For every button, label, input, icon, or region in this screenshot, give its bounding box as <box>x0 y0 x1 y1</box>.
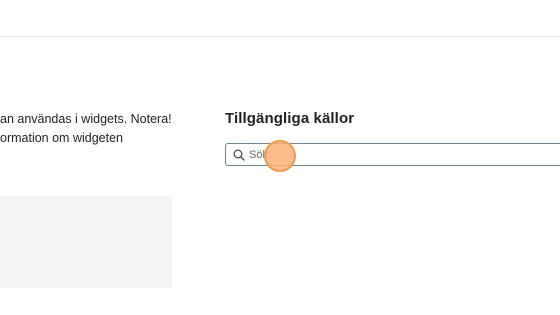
click-indicator <box>264 140 296 172</box>
top-bar <box>0 0 560 37</box>
widget-preview-panel <box>0 196 172 288</box>
available-sources-title: Tillgängliga källor <box>225 110 355 127</box>
description-line-2: ormation om widgeten <box>0 131 123 145</box>
description-line-1: an användas i widgets. Notera! <box>0 112 172 126</box>
search-icon <box>233 149 245 161</box>
widget-description: an användas i widgets. Notera! ormation … <box>0 110 200 148</box>
